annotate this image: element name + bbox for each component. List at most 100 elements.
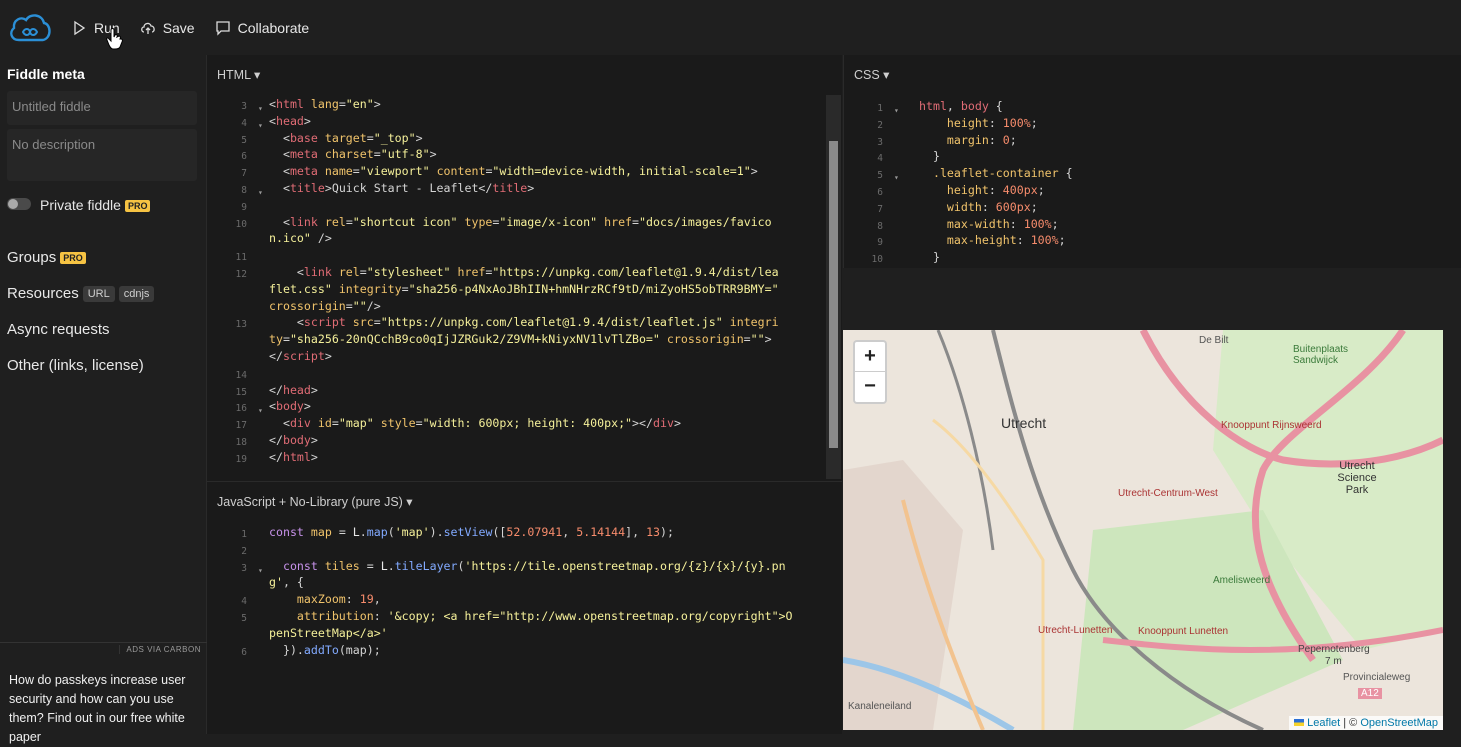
line-number: 1 xyxy=(241,529,247,540)
line-number: 4 xyxy=(241,596,247,608)
map-label: Knooppunt Lunetten xyxy=(1138,626,1229,637)
map-label: Utrecht xyxy=(1001,415,1047,431)
map-label: Buitenplaats Sandwijck xyxy=(1293,344,1349,366)
save-label: Save xyxy=(162,19,195,36)
attribution-separator: | © xyxy=(1340,717,1361,729)
js-code: const map = L.map('map').setView([52.079… xyxy=(269,525,793,657)
chat-bubble-icon xyxy=(215,20,230,36)
line-number: 2 xyxy=(877,119,883,131)
scrollbar-thumb[interactable] xyxy=(829,141,838,448)
resources-label: Resources xyxy=(7,285,79,302)
fold-arrow-icon[interactable]: ▾ xyxy=(258,185,263,202)
fold-arrow-icon[interactable]: ▾ xyxy=(894,103,899,120)
map-label: Utrecht-Centrum-West xyxy=(1118,488,1218,499)
sidebar-item-other[interactable]: Other (links, license) xyxy=(7,357,144,374)
carbon-ad[interactable]: ADS VIA CARBON How do passkeys increase … xyxy=(0,642,207,744)
play-icon xyxy=(74,20,86,35)
line-number: 10 xyxy=(235,218,247,230)
html-editor[interactable]: 3 4 5 6 7 8 9 10 11 12 13 14 15 16 17 18 19 ▾ ▾ ▾ ▾ <htm… xyxy=(207,96,826,480)
css-code: html, body { height: 100%; margin: 0; } … xyxy=(919,99,1073,265)
groups-label: Groups xyxy=(7,249,57,266)
fold-arrow-icon[interactable]: ▾ xyxy=(258,563,263,580)
line-number: 5 xyxy=(241,134,247,146)
fold-arrow-icon[interactable]: ▾ xyxy=(258,101,263,118)
fiddle-title-input[interactable]: Untitled fiddle xyxy=(7,91,197,125)
cdnjs-tag[interactable]: cdnjs xyxy=(118,286,155,303)
fold-arrow-icon[interactable]: ▾ xyxy=(258,403,263,420)
line-number: 7 xyxy=(877,203,883,215)
fold-arrow-icon[interactable]: ▾ xyxy=(894,170,899,187)
leaflet-map[interactable]: Utrecht Utrecht-Centrum-West Utrecht Sci… xyxy=(843,330,1443,730)
sidebar-item-async[interactable]: Async requests xyxy=(7,321,110,338)
map-label: Provincialeweg xyxy=(1343,672,1411,683)
line-number: 5 xyxy=(877,170,883,182)
private-toggle[interactable] xyxy=(7,198,31,210)
line-number: 5 xyxy=(241,613,247,624)
map-label: Amelisweerd xyxy=(1213,575,1271,586)
pro-badge: PRO xyxy=(60,252,86,265)
ukraine-flag-icon xyxy=(1294,719,1305,726)
line-number: 2 xyxy=(241,545,247,557)
line-number: 14 xyxy=(235,369,247,381)
hand-cursor-icon xyxy=(106,28,123,50)
private-label: Private fiddle xyxy=(40,197,121,213)
ad-text[interactable]: How do passkeys increase user security a… xyxy=(9,671,199,747)
sidebar-item-groups[interactable]: Groups PRO xyxy=(7,249,86,266)
fold-arrow-icon[interactable]: ▾ xyxy=(258,118,263,135)
toolbar: Run Save Collaborate xyxy=(0,0,1461,55)
line-number: 17 xyxy=(235,420,247,432)
cloud-upload-icon xyxy=(140,22,155,34)
line-number: 12 xyxy=(235,269,247,280)
collaborate-button[interactable]: Collaborate xyxy=(215,19,310,36)
pro-badge: PRO xyxy=(124,200,151,213)
zoom-in-button[interactable]: + xyxy=(855,342,885,372)
collaborate-label: Collaborate xyxy=(237,19,310,36)
line-number: 19 xyxy=(235,453,247,465)
openstreetmap-link[interactable]: OpenStreetMap xyxy=(1360,717,1438,729)
line-number: 3 xyxy=(877,136,883,148)
map-tiles xyxy=(843,330,1443,730)
line-number: 6 xyxy=(241,646,247,658)
map-label: Utrecht-Lunetten xyxy=(1038,625,1113,636)
line-number: 3 xyxy=(241,101,247,112)
map-label: Knooppunt Rijnsweerd xyxy=(1221,420,1322,431)
zoom-out-button[interactable]: − xyxy=(855,372,885,402)
line-number: 10 xyxy=(871,254,883,266)
zoom-control: + − xyxy=(853,340,887,404)
line-number: 1 xyxy=(877,103,883,114)
line-number: 4 xyxy=(241,117,247,129)
line-number: 9 xyxy=(877,237,883,249)
save-button[interactable]: Save xyxy=(140,20,195,36)
map-attribution: Leaflet | © OpenStreetMap xyxy=(1289,716,1443,730)
css-panel-title[interactable]: CSS ▾ xyxy=(854,67,889,82)
js-editor[interactable]: 1 2 3 4 5 6 ▾ const map = L.map('map').setVie… xyxy=(207,524,827,674)
line-number: 9 xyxy=(241,201,247,213)
line-number: 13 xyxy=(235,319,247,331)
line-number: 8 xyxy=(241,185,247,196)
html-scrollbar[interactable] xyxy=(826,95,841,479)
line-number: 4 xyxy=(877,153,883,165)
jsfiddle-logo-icon[interactable] xyxy=(7,10,53,46)
line-number: 11 xyxy=(235,252,247,264)
map-label: Pepernotenberg xyxy=(1298,644,1370,655)
map-label: De Bilt xyxy=(1199,335,1229,346)
result-divider xyxy=(843,268,1461,330)
map-label: Utrecht Science Park xyxy=(1337,460,1377,496)
road-shield: A12 xyxy=(1358,688,1382,699)
fiddle-meta-title: Fiddle meta xyxy=(7,66,85,82)
line-number: 15 xyxy=(235,386,247,398)
leaflet-link[interactable]: Leaflet xyxy=(1307,717,1340,729)
url-tag[interactable]: URL xyxy=(82,286,115,303)
sidebar-item-resources[interactable]: Resources URL cdnjs xyxy=(7,285,155,303)
html-code: <html lang="en"> <head> <base target="_t… xyxy=(269,97,779,464)
line-number: 6 xyxy=(877,187,883,198)
html-panel-title[interactable]: HTML ▾ xyxy=(217,67,260,82)
line-number: 16 xyxy=(235,403,247,415)
line-number: 8 xyxy=(877,220,883,232)
css-editor[interactable]: 1 2 3 4 5 6 7 8 9 10 ▾ ▾ html, body { height: 100… xyxy=(843,98,1461,268)
fiddle-description-input[interactable]: No description xyxy=(7,129,197,181)
line-number: 7 xyxy=(241,168,247,180)
line-number: 18 xyxy=(235,437,247,448)
js-panel-title[interactable]: JavaScript + No-Library (pure JS) ▾ xyxy=(217,494,413,509)
line-number: 3 xyxy=(241,562,247,574)
